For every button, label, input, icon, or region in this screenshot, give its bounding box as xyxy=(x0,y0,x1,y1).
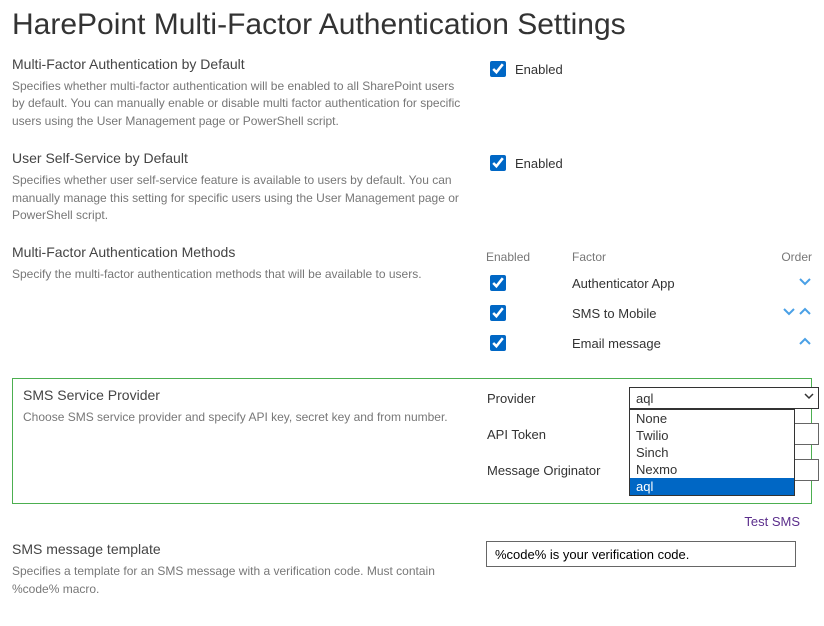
method-factor-label: Authenticator App xyxy=(556,276,762,291)
method-enabled-checkbox[interactable] xyxy=(490,335,506,351)
mfa-default-checkbox[interactable] xyxy=(490,61,506,77)
methods-table: Enabled Factor Order Authenticator App SM… xyxy=(486,246,812,358)
methods-col-enabled: Enabled xyxy=(486,250,556,264)
method-factor-label: Email message xyxy=(556,336,762,351)
method-enabled-checkbox[interactable] xyxy=(490,275,506,291)
sms-provider-desc: Choose SMS service provider and specify … xyxy=(23,409,463,426)
section-sms-template: SMS message template Specifies a templat… xyxy=(12,541,812,598)
self-service-checkbox-row[interactable]: Enabled xyxy=(486,152,812,174)
section-self-service: User Self-Service by Default Specifies w… xyxy=(12,150,812,224)
methods-heading: Multi-Factor Authentication Methods xyxy=(12,244,462,260)
sms-provider-heading: SMS Service Provider xyxy=(23,387,463,403)
mfa-default-desc: Specifies whether multi-factor authentic… xyxy=(12,78,462,130)
sms-template-input[interactable] xyxy=(486,541,796,567)
mfa-default-checkbox-row[interactable]: Enabled xyxy=(486,58,812,80)
method-factor-label: SMS to Mobile xyxy=(556,306,762,321)
provider-select[interactable]: aql xyxy=(629,387,819,409)
section-methods: Multi-Factor Authentication Methods Spec… xyxy=(12,244,812,358)
provider-option[interactable]: aql xyxy=(630,478,794,495)
self-service-desc: Specifies whether user self-service feat… xyxy=(12,172,462,224)
self-service-checkbox-label: Enabled xyxy=(515,156,563,171)
methods-desc: Specify the multi-factor authentication … xyxy=(12,266,462,283)
order-up-icon[interactable] xyxy=(798,335,812,348)
section-sms-provider: SMS Service Provider Choose SMS service … xyxy=(12,378,812,504)
originator-label: Message Originator xyxy=(487,463,617,478)
order-down-icon[interactable] xyxy=(798,275,812,288)
method-enabled-checkbox[interactable] xyxy=(490,305,506,321)
provider-dropdown[interactable]: NoneTwilioSinchNexmoaql xyxy=(629,409,795,496)
mfa-default-checkbox-label: Enabled xyxy=(515,62,563,77)
table-row: Authenticator App xyxy=(486,268,812,298)
provider-option[interactable]: Sinch xyxy=(630,444,794,461)
self-service-heading: User Self-Service by Default xyxy=(12,150,462,166)
provider-option[interactable]: Twilio xyxy=(630,427,794,444)
section-mfa-default: Multi-Factor Authentication by Default S… xyxy=(12,56,812,130)
order-up-icon[interactable] xyxy=(798,305,812,318)
provider-select-value: aql xyxy=(636,391,653,406)
mfa-default-heading: Multi-Factor Authentication by Default xyxy=(12,56,462,72)
api-token-label: API Token xyxy=(487,427,617,442)
provider-label: Provider xyxy=(487,391,617,406)
page-title: HarePoint Multi-Factor Authentication Se… xyxy=(12,8,812,42)
provider-option[interactable]: None xyxy=(630,410,794,427)
sms-template-desc: Specifies a template for an SMS message … xyxy=(12,563,462,598)
methods-col-order: Order xyxy=(762,250,812,264)
table-row: Email message xyxy=(486,328,812,358)
methods-col-factor: Factor xyxy=(556,250,762,264)
table-row: SMS to Mobile xyxy=(486,298,812,328)
test-sms-link[interactable]: Test SMS xyxy=(12,514,800,529)
provider-option[interactable]: Nexmo xyxy=(630,461,794,478)
sms-template-heading: SMS message template xyxy=(12,541,462,557)
order-down-icon[interactable] xyxy=(782,305,796,318)
self-service-checkbox[interactable] xyxy=(490,155,506,171)
